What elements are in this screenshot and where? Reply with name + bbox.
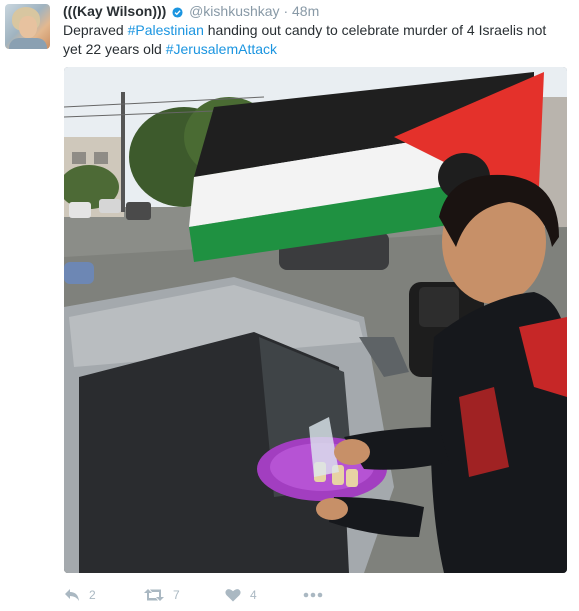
avatar-shirt (9, 38, 47, 49)
separator-dot: · (283, 3, 289, 19)
user-handle[interactable]: @kishkushkay (189, 3, 279, 19)
avatar[interactable] (5, 4, 50, 49)
tweet-timestamp[interactable]: 48m (292, 3, 319, 19)
photo-illustration (64, 67, 567, 573)
retweet-icon (144, 589, 164, 601)
reply-button[interactable]: 2 (64, 585, 96, 605)
reply-count: 2 (89, 588, 96, 602)
verified-icon (172, 7, 183, 18)
hashtag-link[interactable]: #JerusalemAttack (166, 41, 277, 57)
more-button[interactable] (303, 585, 323, 605)
tweet-header: (((Kay Wilson))) @kishkushkay · 48m (63, 3, 319, 19)
avatar-face (19, 16, 37, 38)
retweet-button[interactable]: 7 (144, 585, 180, 605)
reply-icon (65, 589, 79, 601)
tweet-text: Depraved #Palestinian handing out candy … (63, 21, 568, 59)
hashtag-link[interactable]: #Palestinian (128, 22, 204, 38)
like-count: 4 (250, 588, 257, 602)
like-button[interactable]: 4 (225, 585, 257, 605)
tweet-photo[interactable] (64, 67, 567, 573)
more-icon (303, 592, 323, 598)
user-fullname[interactable]: (((Kay Wilson))) (63, 3, 166, 19)
tweet-text-segment: Depraved (63, 22, 128, 38)
retweet-count: 7 (173, 588, 180, 602)
tweet-actions: 2 7 4 (64, 585, 484, 605)
heart-icon (225, 589, 241, 602)
